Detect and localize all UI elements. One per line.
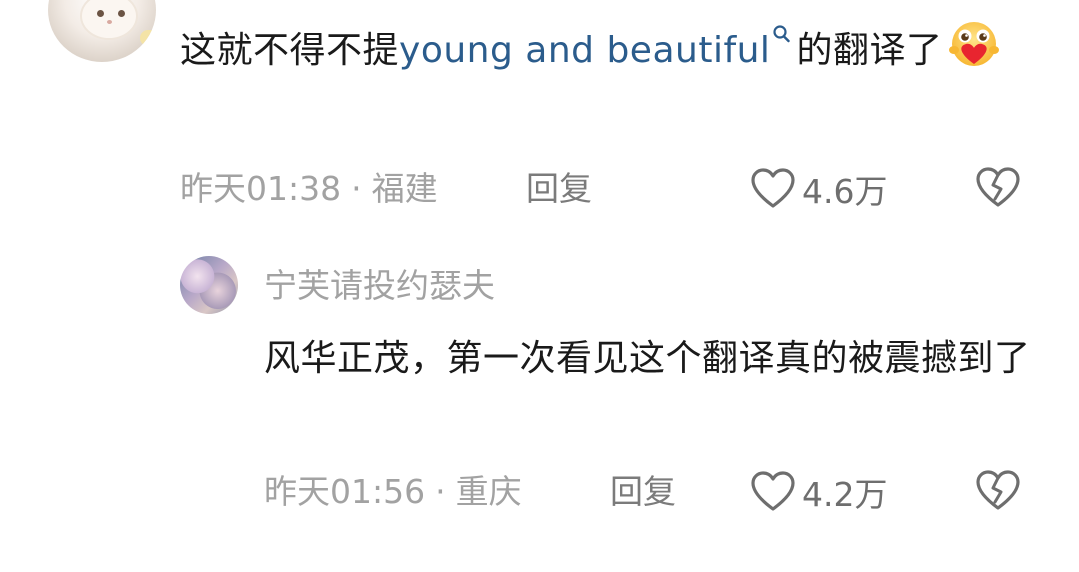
comment-text-after: 的翻译了 <box>796 30 943 71</box>
heart-face-emoji <box>946 20 1002 86</box>
avatar-bunny-face <box>82 0 136 38</box>
reply-username[interactable]: 宁芙请投约瑟夫 <box>264 262 495 310</box>
keyword-search-link[interactable]: young and beautiful <box>399 30 770 71</box>
comment-location: 福建 <box>371 169 438 208</box>
comment-thread: 这就不得不提young and beautiful 的翻译了 昨天01:38 ·… <box>0 0 1079 572</box>
avatar-eye-right <box>118 10 125 17</box>
reply-location: 重庆 <box>455 472 522 511</box>
dislike-button[interactable] <box>975 167 1020 211</box>
reply-user-avatar[interactable] <box>180 256 238 314</box>
comment-text: 这就不得不提young and beautiful 的翻译了 <box>180 20 1020 86</box>
reply-button[interactable]: 回复 <box>526 167 592 211</box>
avatar-eye-left <box>97 10 104 17</box>
reply-reply-button[interactable]: 回复 <box>610 470 676 514</box>
reply-dislike-button[interactable] <box>975 470 1020 514</box>
avatar-paw <box>140 30 156 46</box>
comment-time: 昨天01:38 <box>180 169 342 208</box>
user-avatar[interactable] <box>48 0 156 62</box>
meta-separator: · <box>435 472 446 511</box>
search-icon[interactable] <box>772 24 791 48</box>
reply-like-count: 4.2万 <box>802 475 888 514</box>
heart-outline-icon <box>751 168 795 208</box>
reply-like-button[interactable]: 4.2万 <box>750 470 887 514</box>
meta-separator: · <box>351 169 362 208</box>
heart-outline-icon <box>751 471 795 511</box>
broken-heart-icon <box>976 167 1020 207</box>
avatar-nose <box>107 20 112 24</box>
like-button[interactable]: 4.6万 <box>750 167 887 211</box>
comment-text-before: 这就不得不提 <box>180 30 400 71</box>
comment-meta: 昨天01:38 · 福建 回复 <box>180 167 1040 211</box>
broken-heart-icon <box>976 470 1020 510</box>
reply-meta: 昨天01:56 · 重庆 回复 <box>264 470 1044 514</box>
like-count: 4.6万 <box>802 172 888 211</box>
reply-text: 风华正茂，第一次看见这个翻译真的被震撼到了 <box>264 338 1031 379</box>
reply-time: 昨天01:56 <box>264 472 426 511</box>
